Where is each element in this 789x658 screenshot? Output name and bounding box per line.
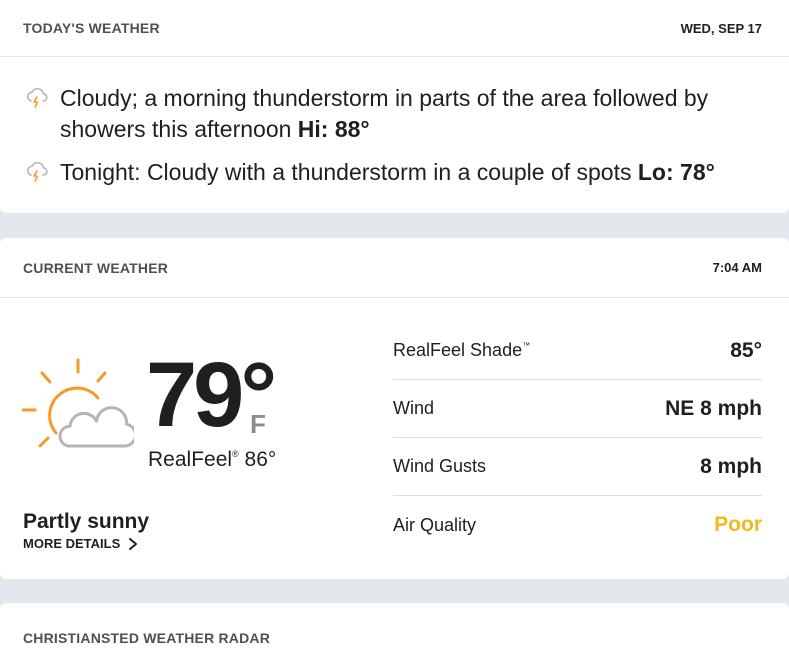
current-details-list: RealFeel Shade™ 85° Wind NE 8 mph Wind G…	[393, 322, 762, 554]
weather-radar-card[interactable]: CHRISTIANSTED WEATHER RADAR	[0, 603, 789, 658]
detail-label: RealFeel Shade™	[393, 340, 531, 360]
detail-row-wind: Wind NE 8 mph	[393, 380, 762, 438]
weather-radar-header: CHRISTIANSTED WEATHER RADAR	[0, 603, 789, 658]
todays-weather-date: WED, SEP 17	[680, 20, 762, 36]
chevron-right-icon	[129, 537, 138, 550]
detail-row-realfeel-shade: RealFeel Shade™ 85°	[393, 322, 762, 380]
detail-row-wind-gusts: Wind Gusts 8 mph	[393, 438, 762, 496]
more-details-link[interactable]: MORE DETAILS	[23, 536, 138, 551]
current-weather-title: CURRENT WEATHER	[23, 259, 169, 276]
thunderstorm-cloud-icon	[27, 161, 48, 182]
forecast-day-high: Hi: 88°	[297, 116, 370, 142]
current-temperature: 79° F	[146, 347, 277, 443]
forecast-night-description: Tonight: Cloudy with a thunderstorm in a…	[60, 159, 638, 185]
todays-weather-header: TODAY'S WEATHER WED, SEP 17	[0, 0, 789, 57]
realfeel-label: RealFeel	[148, 448, 233, 471]
realfeel: RealFeel® 86°	[148, 448, 276, 472]
partly-sunny-icon	[22, 358, 134, 448]
weather-phrase: Partly sunny	[23, 510, 150, 533]
forecast-night-text: Tonight: Cloudy with a thunderstorm in a…	[60, 157, 760, 188]
realfeel-value: 86°	[244, 448, 277, 471]
forecast-night-low: Lo: 78°	[637, 159, 715, 185]
forecast-day-description: Cloudy; a morning thunderstorm in parts …	[60, 85, 709, 142]
forecast-night: Tonight: Cloudy with a thunderstorm in a…	[24, 157, 760, 188]
detail-value: 8 mph	[700, 454, 762, 478]
temperature-unit: F	[250, 409, 266, 439]
detail-label: Wind	[393, 398, 435, 418]
detail-label: Air Quality	[393, 514, 477, 535]
more-details-label: MORE DETAILS	[23, 536, 121, 551]
current-weather-time: 7:04 AM	[712, 260, 762, 275]
weather-radar-title: CHRISTIANSTED WEATHER RADAR	[23, 630, 271, 646]
thunderstorm-cloud-icon	[27, 87, 48, 108]
todays-weather-title: TODAY'S WEATHER	[23, 20, 160, 36]
detail-row-air-quality[interactable]: Air Quality Poor	[393, 496, 762, 554]
realfeel-mark: ®	[232, 449, 239, 459]
forecast-day: Cloudy; a morning thunderstorm in parts …	[24, 83, 760, 145]
detail-value: NE 8 mph	[665, 396, 762, 420]
air-quality-value: Poor	[714, 513, 762, 536]
forecast-day-text: Cloudy; a morning thunderstorm in parts …	[60, 83, 760, 145]
detail-label: Wind Gusts	[393, 456, 487, 476]
detail-value: 85°	[730, 338, 762, 362]
current-weather-header: CURRENT WEATHER 7:04 AM	[0, 238, 789, 298]
